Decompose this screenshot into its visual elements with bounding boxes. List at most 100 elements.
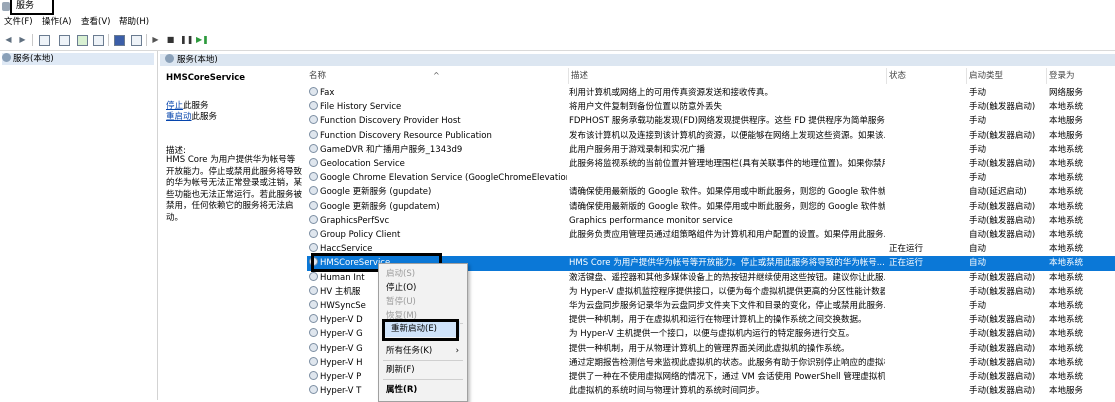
service-name: HWSyncSe (320, 301, 366, 311)
service-gear-icon (309, 285, 318, 295)
refresh-icon[interactable] (77, 35, 88, 46)
service-logon-cell: 本地系统 (1049, 187, 1084, 198)
console-tree-icon[interactable] (39, 35, 50, 46)
view-icon[interactable] (131, 35, 142, 46)
service-logon-cell: 本地系统 (1049, 159, 1084, 169)
restart-service-link[interactable]: 重启动 (166, 112, 192, 122)
column-header-status[interactable]: 状态 (887, 68, 967, 84)
pause-icon[interactable]: ❚❚ (180, 34, 193, 45)
description-pane: HMSCoreService 停止此服务 重启动此服务 描述: HMS Core… (160, 67, 305, 400)
menu-item-properties[interactable]: 属性(R) (379, 382, 467, 398)
table-row[interactable]: GraphicsPerfSvc Graphics performance moni… (307, 214, 1115, 228)
services-app-icon (2, 2, 10, 11)
service-startup-cell: 自动(延迟启动) (969, 187, 1027, 198)
service-logon-cell: 本地系统 (1049, 201, 1084, 212)
table-row[interactable]: Google 更新服务 (gupdate) 请确保使用最新版的 Google 软件… (307, 185, 1115, 199)
service-name: Google Chrome Elevation Service (GoogleC… (320, 173, 567, 184)
service-logon-cell: 本地系统 (1049, 372, 1084, 382)
table-row[interactable]: GameDVR 和广播用户服务_1343d9 此用户服务用于游戏录制和实况广播 手动… (307, 143, 1115, 157)
service-gear-icon (309, 101, 318, 111)
service-name-cell: File History Service (309, 100, 567, 114)
table-row[interactable]: Function Discovery Provider Host FDPHOST … (307, 114, 1115, 128)
service-desc-cell: 请确保使用最新版的 Google 软件。如果停用或中断此服务，则您的 Googl… (569, 201, 885, 212)
menu-item-all-tasks[interactable]: 所有任务(K) › (379, 343, 467, 359)
back-icon[interactable]: ◀ (3, 34, 14, 45)
table-row[interactable]: Google Chrome Elevation Service (GoogleC… (307, 171, 1115, 185)
service-desc-cell: 为 Hyper-V 主机提供一个接口，以便与虚拟机内运行的特定服务进行交互。 (569, 329, 855, 340)
service-name-cell: GraphicsPerfSvc (309, 214, 567, 228)
menu-help[interactable]: 帮助(H) (119, 15, 149, 29)
service-startup-cell: 手动(触发器启动) (969, 315, 1036, 326)
toolbar-separator (108, 34, 109, 46)
menu-action[interactable]: 操作(A) (42, 15, 71, 29)
service-logon-cell: 本地系统 (1049, 102, 1084, 113)
service-desc-cell: 利用计算机或网络上的可用传真资源发送和接收传真。 (569, 88, 774, 98)
table-row[interactable]: Group Policy Client 此服务负责应用管理员通过组策略组件为计算机… (307, 228, 1115, 242)
column-name-label: 名称 (309, 71, 327, 81)
service-name: GraphicsPerfSvc (320, 215, 390, 226)
service-name-cell: GameDVR 和广播用户服务_1343d9 (309, 143, 567, 157)
service-logon-cell: 本地系统 (1049, 301, 1084, 311)
service-gear-icon (309, 172, 318, 182)
toolbar-separator (146, 34, 147, 46)
forward-icon[interactable]: ▶ (17, 34, 28, 45)
services-gear-icon (2, 53, 11, 62)
menu-item-refresh[interactable]: 刷新(F) (379, 362, 467, 378)
menu-item-all-tasks-label: 所有任务(K) (386, 346, 433, 356)
play-icon[interactable]: ▶ (150, 34, 161, 45)
service-desc-cell: 为 Hyper-V 虚拟机监控程序提供接口，以便为每个虚拟机提供更高的分区性能计… (569, 286, 885, 297)
menu-view[interactable]: 查看(V) (81, 15, 110, 29)
service-gear-icon (309, 356, 318, 366)
service-logon-cell: 本地系统 (1049, 173, 1084, 184)
column-header-name[interactable]: 名称 ^ (307, 68, 569, 84)
menu-separator (383, 360, 463, 361)
column-header-logon-as[interactable]: 登录为 (1047, 68, 1115, 84)
menu-file[interactable]: 文件(F) (4, 15, 33, 29)
service-name-cell: Google 更新服务 (gupdatem) (309, 200, 567, 214)
table-row[interactable]: Geolocation Service 此服务将监视系统的当前位置并管理地理围栏(… (307, 157, 1115, 171)
export-icon[interactable] (93, 35, 104, 46)
service-gear-icon (309, 314, 318, 324)
service-name: GameDVR 和广播用户服务_1343d9 (320, 144, 463, 155)
service-name: Hyper-V H (320, 357, 363, 368)
menu-bar: 文件(F) 操作(A) 查看(V) 帮助(H) (0, 15, 1115, 29)
help-icon[interactable] (114, 35, 125, 46)
console-tree: 服务(本地) (0, 51, 158, 400)
service-name: Google 更新服务 (gupdate) (320, 187, 432, 198)
column-header-startup-type[interactable]: 启动类型 (967, 68, 1047, 84)
service-desc-cell: HMS Core 为用户提供华为帐号等开放能力。停止或禁用此服务将导致的华为帐号… (569, 258, 885, 269)
service-name: HV 主机服 (320, 286, 361, 297)
service-desc-cell: 发布该计算机以及连接到该计算机的资源，以便能够在网络上发现这些资源。如果该... (569, 130, 885, 141)
service-name: Function Discovery Provider Host (320, 116, 461, 127)
table-row[interactable]: Function Discovery Resource Publication 发… (307, 129, 1115, 143)
toolbar: ◀ ▶ ▶ ■ ❚❚ ▶❚ (0, 30, 1115, 51)
service-logon-cell: 本地系统 (1049, 286, 1084, 297)
service-logon-cell: 本地服务 (1049, 130, 1084, 141)
table-row[interactable]: File History Service 将用户文件复制到备份位置以防意外丢失 手动… (307, 100, 1115, 114)
service-desc-cell: 此服务将监视系统的当前位置并管理地理围栏(具有关联事件的地理位置)。如果你禁用.… (569, 159, 885, 169)
service-name: Function Discovery Resource Publication (320, 130, 492, 141)
service-logon-cell: 网络服务 (1049, 88, 1084, 98)
service-logon-cell: 本地系统 (1049, 244, 1084, 255)
service-name: Hyper-V D (320, 315, 363, 326)
service-gear-icon (309, 129, 318, 139)
column-header-description[interactable]: 描述 (569, 68, 887, 84)
service-logon-cell: 本地系统 (1049, 357, 1084, 368)
table-row[interactable]: Fax 利用计算机或网络上的可用传真资源发送和接收传真。 手动 网络服务 (307, 86, 1115, 100)
service-gear-icon (309, 158, 318, 167)
table-row[interactable]: Google 更新服务 (gupdatem) 请确保使用最新版的 Google 软… (307, 200, 1115, 214)
service-status-cell: 正在运行 (889, 258, 924, 269)
tree-item-services-local[interactable]: 服务(本地) (2, 53, 154, 65)
service-startup-cell: 手动(触发器启动) (969, 215, 1036, 226)
tree-item-label: 服务(本地) (13, 54, 54, 64)
service-desc-cell: 提供一种机制，用于在虚拟机和运行在物理计算机上的操作系统之间交换数据。 (569, 315, 867, 326)
service-gear-icon (309, 115, 318, 125)
service-logon-cell: 本地系统 (1049, 258, 1084, 269)
properties-icon[interactable] (59, 35, 70, 46)
restart-icon[interactable]: ▶❚ (196, 34, 209, 45)
service-name: Hyper-V P (320, 372, 362, 382)
service-gear-icon (309, 342, 318, 352)
service-startup-cell: 手动(触发器启动) (969, 201, 1036, 212)
stop-icon[interactable]: ■ (165, 34, 176, 45)
service-logon-cell: 本地服务 (1049, 116, 1084, 127)
